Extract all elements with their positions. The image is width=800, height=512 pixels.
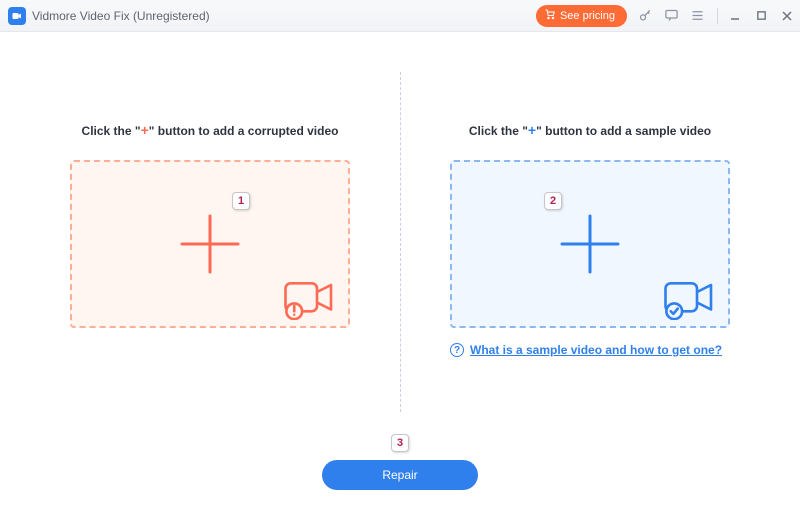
separator: [717, 8, 718, 24]
titlebar-icon-group: [637, 8, 720, 24]
see-pricing-button[interactable]: See pricing: [536, 5, 627, 27]
repair-button[interactable]: Repair: [322, 460, 478, 490]
titlebar: Vidmore Video Fix (Unregistered) See pri…: [0, 0, 800, 32]
camera-error-icon: [282, 278, 338, 320]
help-icon: ?: [450, 343, 464, 357]
plus-icon: +: [141, 122, 149, 138]
plus-icon: +: [528, 122, 536, 138]
sample-heading: Click the "+" button to add a sample vid…: [428, 122, 752, 138]
cart-icon: [544, 8, 556, 23]
feedback-icon[interactable]: [663, 8, 679, 24]
menu-icon[interactable]: [689, 8, 705, 24]
plus-icon: [174, 208, 246, 280]
corrupted-video-pane: Click the "+" button to add a corrupted …: [20, 62, 400, 432]
sample-help-link[interactable]: What is a sample video and how to get on…: [470, 342, 722, 358]
add-sample-video-dropzone[interactable]: 2: [450, 160, 730, 328]
sample-help-row: ? What is a sample video and how to get …: [450, 342, 730, 358]
plus-icon: [554, 208, 626, 280]
annotation-badge-3: 3: [391, 434, 409, 452]
footer: 3 Repair: [0, 460, 800, 490]
app-logo-icon: [8, 7, 26, 25]
minimize-button[interactable]: [728, 9, 742, 23]
key-icon[interactable]: [637, 8, 653, 24]
add-corrupted-video-dropzone[interactable]: 1: [70, 160, 350, 328]
close-button[interactable]: [780, 9, 794, 23]
main-content: Click the "+" button to add a corrupted …: [0, 32, 800, 432]
see-pricing-label: See pricing: [560, 10, 615, 22]
window-controls: [728, 9, 794, 23]
app-title: Vidmore Video Fix (Unregistered): [32, 9, 210, 23]
camera-check-icon: [662, 278, 718, 320]
sample-video-pane: Click the "+" button to add a sample vid…: [400, 62, 780, 432]
maximize-button[interactable]: [754, 9, 768, 23]
corrupted-heading: Click the "+" button to add a corrupted …: [48, 122, 372, 138]
vertical-divider: [400, 72, 401, 412]
